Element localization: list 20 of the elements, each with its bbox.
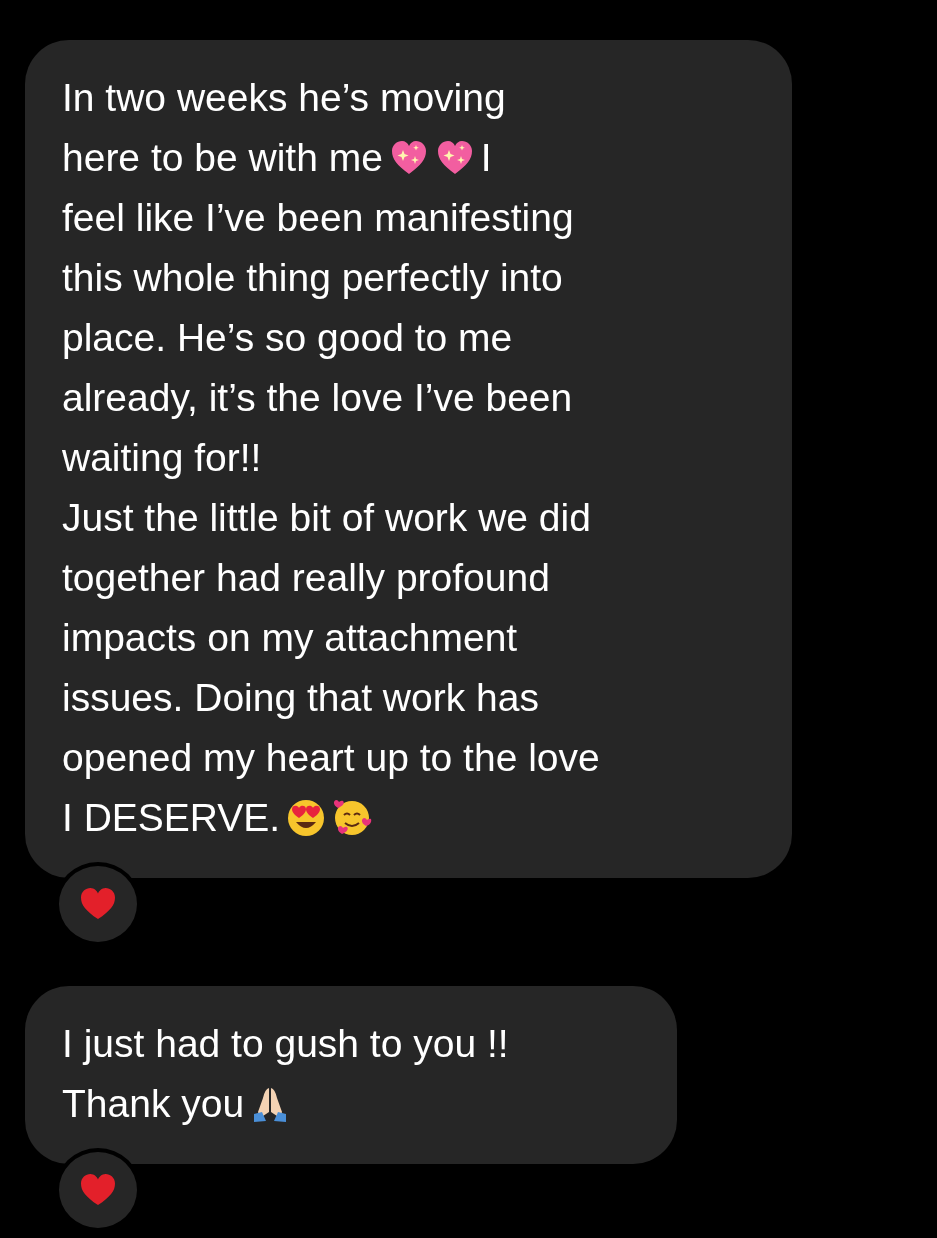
message-text: In two weeks he’s moving	[62, 75, 506, 121]
heart-icon	[79, 1173, 117, 1207]
message-text: opened my heart up to the love	[62, 735, 600, 781]
message-text: already, it’s the love I’ve been	[62, 375, 573, 421]
smiling-face-with-hearts-icon	[332, 798, 373, 838]
message-text: Thank you	[62, 1081, 245, 1127]
message-text: feel like I’ve been manifesting	[62, 195, 574, 241]
message-text: together had really profound	[62, 555, 550, 601]
message-text: place. He’s so good to me	[62, 315, 513, 361]
message-text: I just had to gush to you !!	[62, 1021, 509, 1067]
message-text: this whole thing perfectly into	[62, 255, 563, 301]
message-text: here to be with me	[62, 135, 383, 181]
heart-eyes-face-icon	[286, 798, 327, 838]
message-text: I	[480, 135, 492, 181]
message-text: Just the little bit of work we did	[62, 495, 591, 541]
heart-icon	[79, 887, 117, 921]
message-text: issues. Doing that work has	[62, 675, 539, 721]
message-text: I DESERVE.	[62, 795, 281, 841]
message-text: impacts on my attachment	[62, 615, 518, 661]
message-text: waiting for!!	[62, 435, 262, 481]
